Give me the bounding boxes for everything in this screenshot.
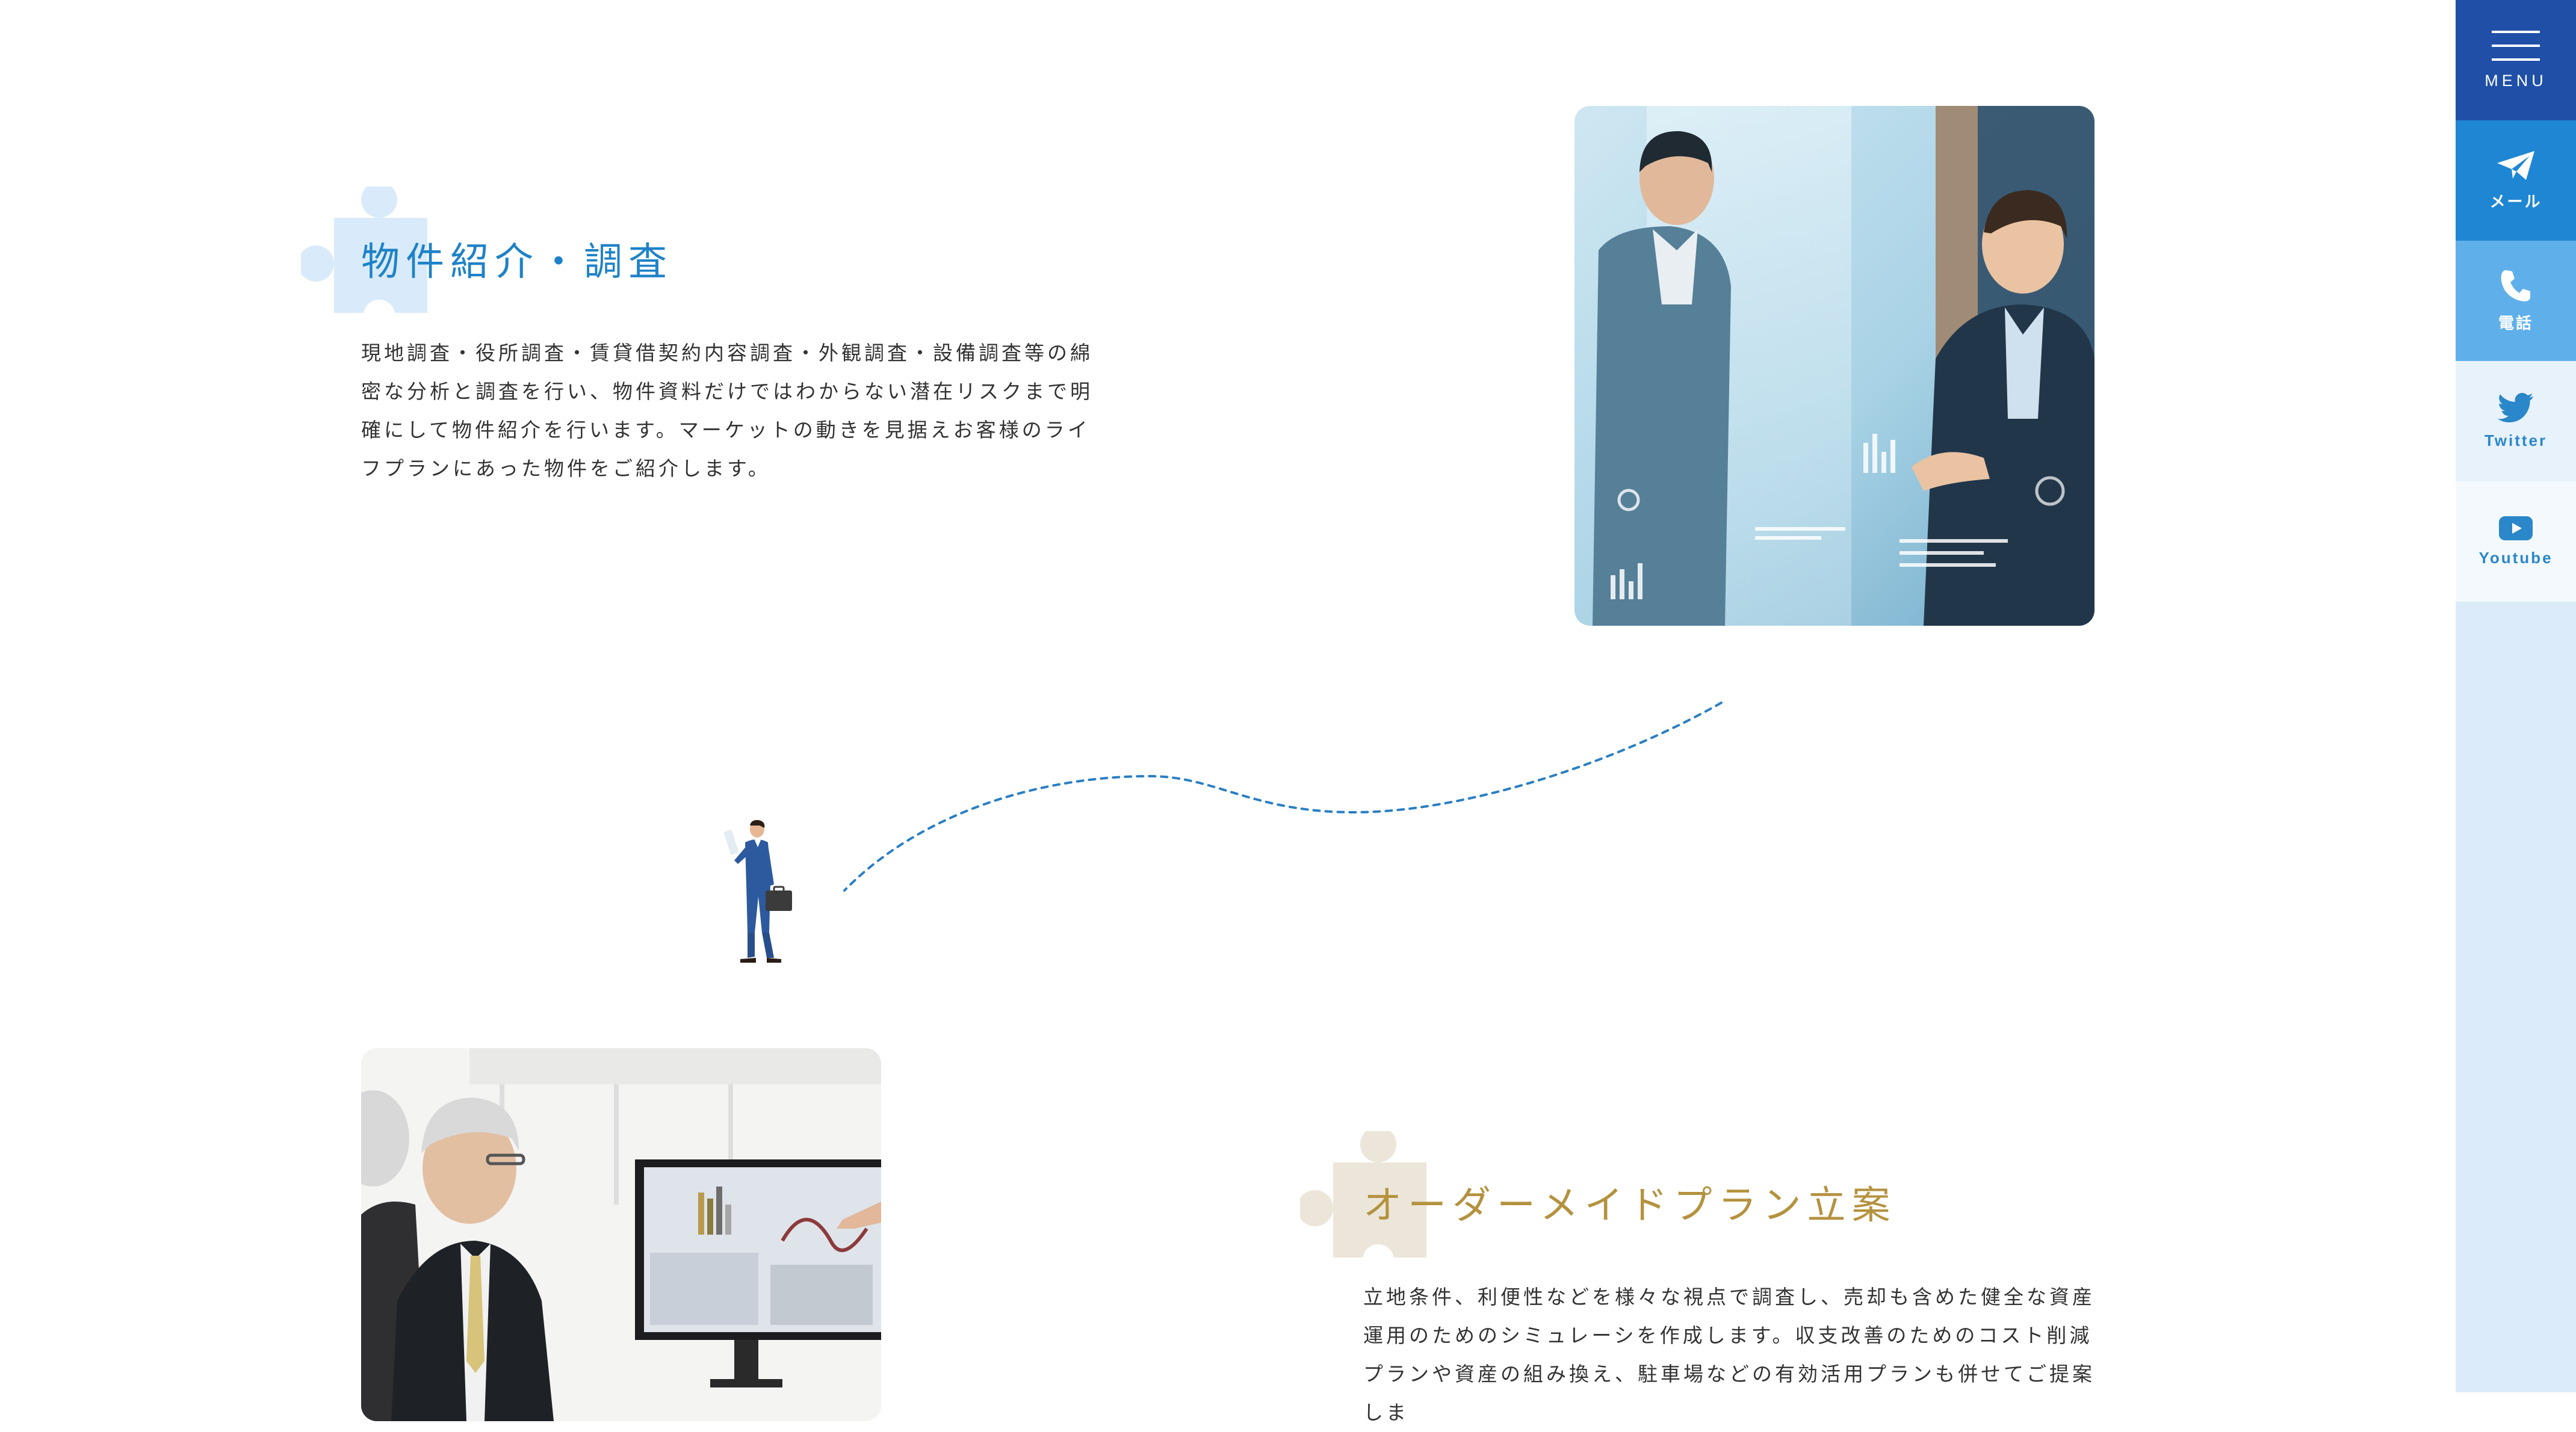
phone-button[interactable]: 電話 <box>2456 241 2576 361</box>
dashed-route-line <box>843 702 1723 892</box>
section-description-property-research: 現地調査・役所調査・賃貸借契約内容調査・外観調査・設備調査等の綿密な分析と調査を… <box>361 341 1093 480</box>
section-description-custom-plan: 立地条件、利便性などを様々な視点で調査し、売却も含めた健全な資産運用のためのシミ… <box>1363 1285 2095 1424</box>
senior-meeting-photo <box>361 1048 881 1421</box>
mail-button[interactable]: メール <box>2456 120 2576 241</box>
paper-plane-icon <box>2497 150 2534 180</box>
menu-button[interactable]: MENU <box>2456 0 2576 120</box>
twitter-label: Twitter <box>2484 431 2548 449</box>
section-title-custom-plan: オーダーメイドプラン立案 <box>1363 1184 1896 1228</box>
menu-label: MENU <box>2485 71 2547 90</box>
business-meeting-photo <box>1574 106 2095 626</box>
youtube-label: Youtube <box>2478 548 2553 567</box>
hamburger-icon <box>2492 30 2540 61</box>
section-title-property-research: 物件紹介・調査 <box>361 240 673 285</box>
twitter-button[interactable]: Twitter <box>2456 361 2576 481</box>
phone-label: 電話 <box>2498 313 2533 332</box>
phone-icon <box>2501 270 2530 301</box>
page-canvas: 物件紹介・調査 現地調査・役所調査・賃貸借契約内容調査・外観調査・設備調査等の綿… <box>0 0 2576 1424</box>
youtube-button[interactable]: Youtube <box>2456 481 2576 602</box>
businessman-illustration <box>723 819 792 963</box>
youtube-play-icon <box>2499 516 2533 540</box>
mail-label: メール <box>2489 192 2542 211</box>
side-navigation: MENU メール 電話 Twitter Youtube <box>2456 0 2576 1392</box>
twitter-bird-icon <box>2498 392 2533 422</box>
